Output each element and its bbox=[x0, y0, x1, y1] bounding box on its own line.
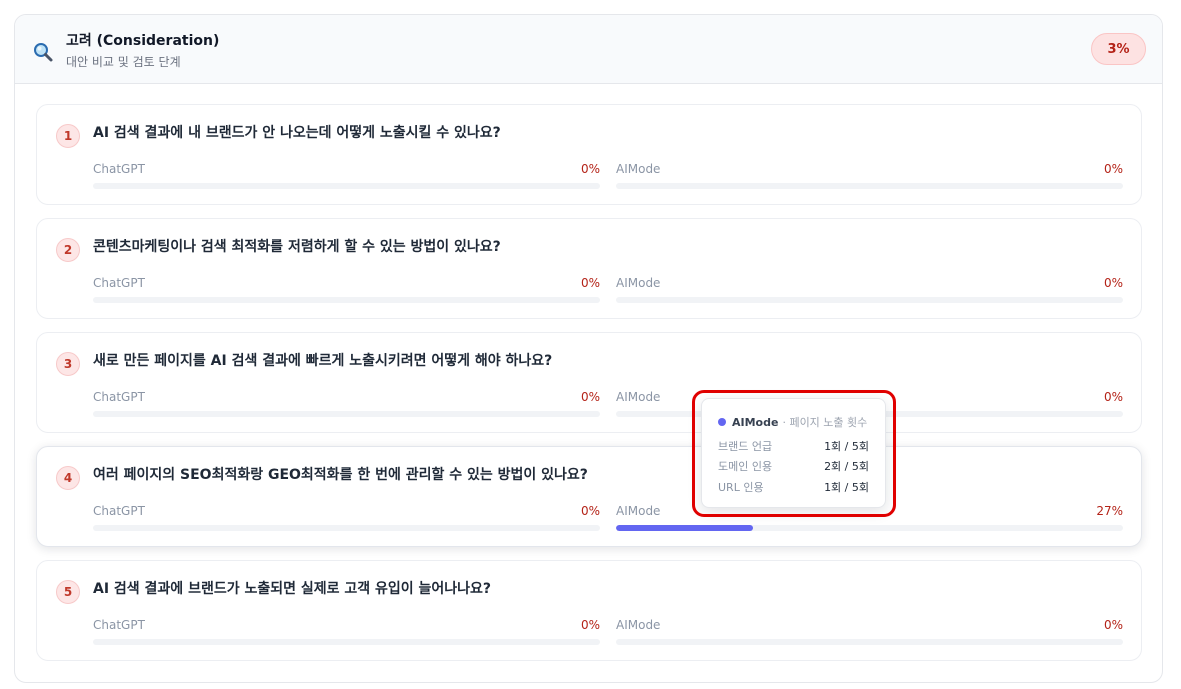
question-number-badge: 1 bbox=[56, 124, 80, 148]
tooltip-row-value: 1회 / 5회 bbox=[824, 440, 869, 453]
metric-value: 0% bbox=[580, 504, 600, 518]
metric-aimode[interactable]: AIMode 0% bbox=[616, 618, 1123, 646]
question-text: 여러 페이지의 SEO최적화랑 GEO최적화를 한 번에 관리할 수 있는 방법… bbox=[93, 467, 588, 483]
metric-value: 0% bbox=[1103, 618, 1123, 632]
metric-value: 0% bbox=[580, 390, 600, 404]
panel-header[interactable]: 고려 (Consideration) 대안 비교 및 검토 단계 3% bbox=[15, 15, 1162, 84]
metric-value: 0% bbox=[1103, 390, 1123, 404]
metric-value: 0% bbox=[1103, 162, 1123, 176]
metric-value: 0% bbox=[580, 618, 600, 632]
question-card[interactable]: 1 AI 검색 결과에 내 브랜드가 안 나오는데 어떻게 노출시킬 수 있나요?… bbox=[36, 104, 1142, 205]
consideration-panel: 고려 (Consideration) 대안 비교 및 검토 단계 3% 1 AI … bbox=[14, 14, 1163, 683]
question-card[interactable]: 4 여러 페이지의 SEO최적화랑 GEO최적화를 한 번에 관리할 수 있는 방… bbox=[36, 446, 1142, 547]
question-number-badge: 3 bbox=[56, 352, 80, 376]
metric-chatgpt[interactable]: ChatGPT 0% bbox=[93, 504, 600, 532]
magnifier-icon bbox=[34, 43, 53, 62]
tooltip-source: AIMode bbox=[732, 415, 779, 429]
metric-aimode[interactable]: AIMode 0% bbox=[616, 162, 1123, 190]
tooltip-row: 브랜드 언급 1회 / 5회 bbox=[718, 438, 869, 454]
question-text: 콘텐츠마케팅이나 검색 최적화를 저렴하게 할 수 있는 방법이 있나요? bbox=[93, 239, 501, 255]
metric-label: AIMode bbox=[616, 162, 661, 176]
metric-value: 0% bbox=[1103, 276, 1123, 290]
tooltip-row-value: 1회 / 5회 bbox=[824, 481, 869, 494]
question-card[interactable]: 3 새로 만든 페이지를 AI 검색 결과에 빠르게 노출시키려면 어떻게 해야 … bbox=[36, 332, 1142, 433]
tooltip-row: URL 인용 1회 / 5회 bbox=[718, 479, 869, 495]
question-text: AI 검색 결과에 브랜드가 노출되면 실제로 고객 유입이 늘어나나요? bbox=[93, 581, 492, 597]
metric-label: AIMode bbox=[616, 504, 661, 518]
metric-value: 0% bbox=[580, 276, 600, 290]
aimode-tooltip: AIMode · 페이지 노출 횟수 브랜드 언급 1회 / 5회 도메인 인용… bbox=[701, 398, 886, 508]
question-text: AI 검색 결과에 내 브랜드가 안 나오는데 어떻게 노출시킬 수 있나요? bbox=[93, 125, 501, 141]
progress-track bbox=[93, 183, 600, 189]
tooltip-description: · 페이지 노출 횟수 bbox=[782, 416, 868, 429]
metric-label: ChatGPT bbox=[93, 276, 145, 290]
tooltip-row-label: URL 인용 bbox=[718, 481, 764, 494]
progress-track bbox=[616, 639, 1123, 645]
metric-label: AIMode bbox=[616, 276, 661, 290]
question-text: 새로 만든 페이지를 AI 검색 결과에 빠르게 노출시키려면 어떻게 해야 하… bbox=[93, 353, 553, 369]
progress-track bbox=[93, 525, 600, 531]
series-dot-icon bbox=[718, 418, 726, 426]
question-card[interactable]: 5 AI 검색 결과에 브랜드가 노출되면 실제로 고객 유입이 늘어나나요? Ch… bbox=[36, 560, 1142, 661]
progress-track bbox=[93, 639, 600, 645]
tooltip-row: 도메인 인용 2회 / 5회 bbox=[718, 458, 869, 474]
metric-aimode[interactable]: AIMode 0% bbox=[616, 276, 1123, 304]
tooltip-row-label: 브랜드 언급 bbox=[718, 440, 773, 453]
metric-chatgpt[interactable]: ChatGPT 0% bbox=[93, 390, 600, 418]
metric-chatgpt[interactable]: ChatGPT 0% bbox=[93, 618, 600, 646]
metric-aimode[interactable]: AIMode 27% bbox=[616, 504, 1123, 532]
tooltip-row-value: 2회 / 5회 bbox=[824, 460, 869, 473]
page-subtitle: 대안 비교 및 검토 단계 bbox=[66, 55, 181, 69]
metric-value: 27% bbox=[1096, 504, 1123, 518]
tooltip-row-label: 도메인 인용 bbox=[718, 460, 773, 473]
question-number-badge: 5 bbox=[56, 580, 80, 604]
progress-track bbox=[616, 297, 1123, 303]
metric-label: ChatGPT bbox=[93, 390, 145, 404]
metric-label: AIMode bbox=[616, 618, 661, 632]
stage-percentage-badge: 3% bbox=[1091, 33, 1146, 65]
metric-label: ChatGPT bbox=[93, 504, 145, 518]
metric-value: 0% bbox=[580, 162, 600, 176]
progress-track bbox=[616, 183, 1123, 189]
progress-track bbox=[93, 297, 600, 303]
question-card[interactable]: 2 콘텐츠마케팅이나 검색 최적화를 저렴하게 할 수 있는 방법이 있나요? Ch… bbox=[36, 218, 1142, 319]
metric-label: ChatGPT bbox=[93, 618, 145, 632]
metric-chatgpt[interactable]: ChatGPT 0% bbox=[93, 276, 600, 304]
progress-track bbox=[93, 411, 600, 417]
page-title: 고려 (Consideration) bbox=[66, 33, 220, 49]
progress-fill bbox=[616, 525, 753, 531]
metric-label: ChatGPT bbox=[93, 162, 145, 176]
question-number-badge: 4 bbox=[56, 466, 80, 490]
metric-chatgpt[interactable]: ChatGPT 0% bbox=[93, 162, 600, 190]
question-number-badge: 2 bbox=[56, 238, 80, 262]
progress-track bbox=[616, 525, 1123, 531]
metric-label: AIMode bbox=[616, 390, 661, 404]
